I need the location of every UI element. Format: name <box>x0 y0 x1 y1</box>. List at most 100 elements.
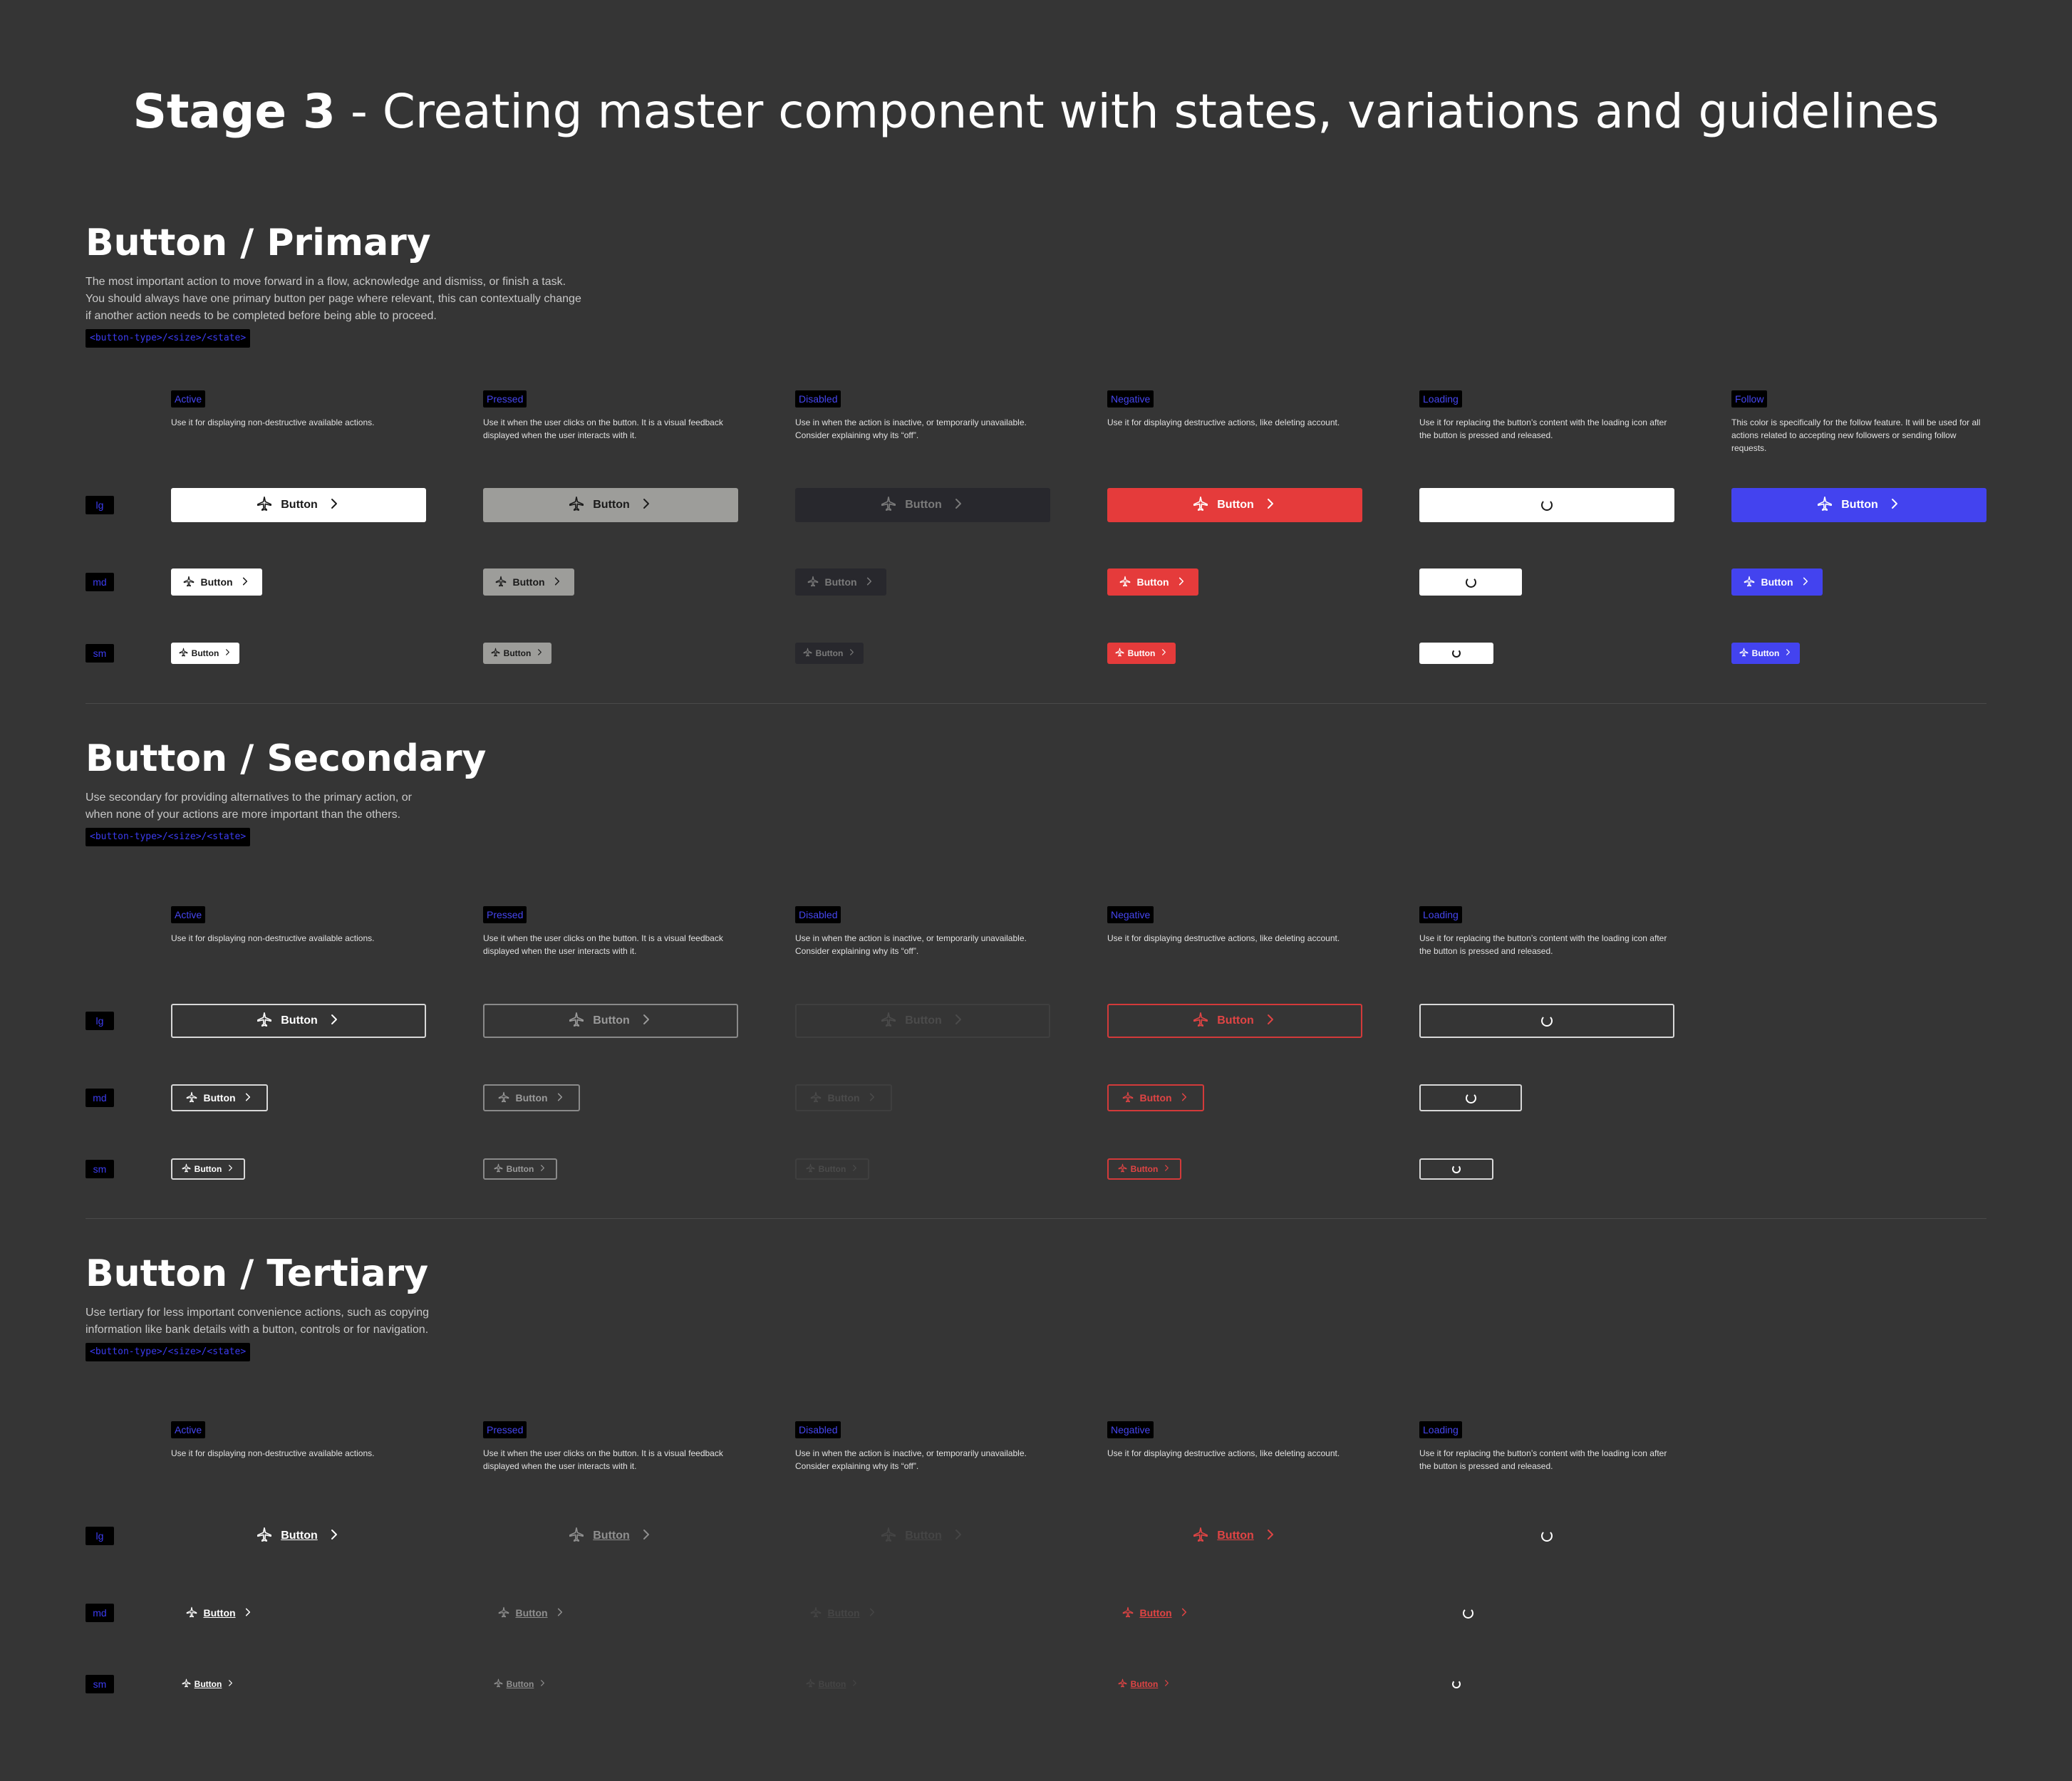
plane-icon <box>1115 648 1124 659</box>
tertiary-negative-lg-button[interactable]: Button <box>1107 1519 1362 1553</box>
secondary-pressed-sm-button[interactable]: Button <box>483 1158 557 1180</box>
secondary-negative-sm-button[interactable]: Button <box>1107 1158 1181 1180</box>
tertiary-negative-md-button[interactable]: Button <box>1107 1599 1204 1626</box>
chevron-right-icon <box>243 1092 253 1104</box>
tertiary-disabled-md-button[interactable]: Button <box>795 1599 892 1626</box>
primary-loading-sm-button[interactable] <box>1419 643 1493 664</box>
primary-loading-lg-button[interactable] <box>1419 488 1674 522</box>
spinner-icon <box>1541 1530 1553 1542</box>
button-label: Button <box>203 1092 236 1104</box>
state-tag-active: Active <box>171 906 206 923</box>
tertiary-disabled-lg-button[interactable]: Button <box>795 1519 1050 1553</box>
plane-icon <box>1122 1606 1134 1620</box>
spinner-icon <box>1452 649 1461 658</box>
state-description: Use it for displaying non-destructive av… <box>171 1448 375 1458</box>
chevron-right-icon <box>552 576 562 588</box>
primary-follow-md-button[interactable]: Button <box>1731 568 1823 596</box>
state-tag-active: Active <box>171 390 206 407</box>
secondary-active-sm-button[interactable]: Button <box>171 1158 245 1180</box>
primary-follow-sm-button[interactable]: Button <box>1731 643 1800 664</box>
plane-icon <box>569 496 584 515</box>
secondary-negative-md-button[interactable]: Button <box>1107 1084 1204 1111</box>
primary-disabled-lg-button[interactable]: Button <box>795 488 1050 522</box>
state-tag-pressed: Pressed <box>483 1421 527 1438</box>
section-s: Button / Secondary Use secondary for prov… <box>86 734 1986 1232</box>
state-tag-negative: Negative <box>1107 1421 1154 1438</box>
tertiary-pressed-sm-button[interactable]: Button <box>483 1673 557 1695</box>
button-label: Button <box>1761 576 1793 588</box>
plane-icon <box>498 1606 509 1620</box>
chevron-right-icon <box>952 1013 965 1029</box>
spinner-icon <box>1452 1680 1461 1688</box>
plane-icon <box>494 1163 503 1175</box>
section-description: Use tertiary for less important convenie… <box>86 1307 430 1336</box>
chevron-right-icon <box>555 1092 565 1104</box>
button-label: Button <box>281 1014 318 1027</box>
chevron-right-icon <box>867 1607 877 1619</box>
secondary-active-lg-button[interactable]: Button <box>171 1004 426 1038</box>
section-p: Button / Primary The most important actio… <box>86 218 1986 717</box>
tertiary-loading-sm-button[interactable] <box>1419 1673 1493 1695</box>
chevron-right-icon <box>864 576 874 588</box>
secondary-active-md-button[interactable]: Button <box>171 1084 268 1111</box>
chevron-right-icon <box>867 1092 877 1104</box>
primary-pressed-lg-button[interactable]: Button <box>483 488 738 522</box>
secondary-disabled-md-button[interactable]: Button <box>795 1084 892 1111</box>
tertiary-pressed-lg-button[interactable]: Button <box>483 1519 738 1553</box>
primary-negative-lg-button[interactable]: Button <box>1107 488 1362 522</box>
state-tag-disabled: Disabled <box>795 1421 841 1438</box>
tertiary-pressed-md-button[interactable]: Button <box>483 1599 580 1626</box>
secondary-loading-lg-button[interactable] <box>1419 1004 1674 1038</box>
button-label: Button <box>281 499 318 511</box>
button-label: Button <box>593 499 630 511</box>
tertiary-disabled-sm-button[interactable]: Button <box>795 1673 869 1695</box>
primary-active-md-button[interactable]: Button <box>171 568 262 596</box>
chevron-right-icon <box>1176 576 1186 588</box>
plane-icon <box>186 1606 197 1620</box>
primary-pressed-md-button[interactable]: Button <box>483 568 574 596</box>
tertiary-active-lg-button[interactable]: Button <box>171 1519 426 1553</box>
button-label: Button <box>506 1164 534 1174</box>
state-description: Use it when the user clicks on the butto… <box>483 1448 723 1471</box>
button-label: Button <box>194 1679 222 1689</box>
button-label: Button <box>827 1607 860 1619</box>
tertiary-active-md-button[interactable]: Button <box>171 1599 268 1626</box>
primary-disabled-md-button[interactable]: Button <box>795 568 886 596</box>
plane-icon <box>1744 576 1755 589</box>
tertiary-negative-sm-button[interactable]: Button <box>1107 1673 1181 1695</box>
chevron-right-icon <box>227 1679 234 1689</box>
button-label: Button <box>905 499 942 511</box>
button-label: Button <box>1136 576 1169 588</box>
plane-icon <box>491 648 500 659</box>
primary-active-sm-button[interactable]: Button <box>171 643 239 664</box>
primary-negative-sm-button[interactable]: Button <box>1107 643 1176 664</box>
primary-pressed-sm-button[interactable]: Button <box>483 643 551 664</box>
tertiary-loading-lg-button[interactable] <box>1419 1519 1674 1553</box>
secondary-loading-md-button[interactable] <box>1419 1084 1522 1111</box>
plane-icon <box>881 496 896 515</box>
plane-icon <box>257 1527 272 1546</box>
tertiary-active-sm-button[interactable]: Button <box>171 1673 245 1695</box>
size-tag-lg: lg <box>86 496 114 514</box>
primary-negative-md-button[interactable]: Button <box>1107 568 1198 596</box>
chevron-right-icon <box>1179 1607 1189 1619</box>
tertiary-loading-md-button[interactable] <box>1419 1599 1516 1626</box>
secondary-pressed-lg-button[interactable]: Button <box>483 1004 738 1038</box>
primary-loading-md-button[interactable] <box>1419 568 1522 596</box>
button-label: Button <box>905 1530 942 1542</box>
secondary-negative-lg-button[interactable]: Button <box>1107 1004 1362 1038</box>
chevron-right-icon <box>848 648 856 658</box>
primary-follow-lg-button[interactable]: Button <box>1731 488 1986 522</box>
secondary-disabled-lg-button[interactable]: Button <box>795 1004 1050 1038</box>
secondary-pressed-md-button[interactable]: Button <box>483 1084 580 1111</box>
section-title: Button / Tertiary <box>86 1252 429 1295</box>
chevron-right-icon <box>1160 648 1168 658</box>
button-label: Button <box>506 1679 534 1689</box>
plane-icon <box>810 1091 822 1105</box>
primary-disabled-sm-button[interactable]: Button <box>795 643 864 664</box>
secondary-disabled-sm-button[interactable]: Button <box>795 1158 869 1180</box>
state-tag-negative: Negative <box>1107 390 1154 407</box>
secondary-loading-sm-button[interactable] <box>1419 1158 1493 1180</box>
primary-active-lg-button[interactable]: Button <box>171 488 426 522</box>
plane-icon <box>257 496 272 515</box>
